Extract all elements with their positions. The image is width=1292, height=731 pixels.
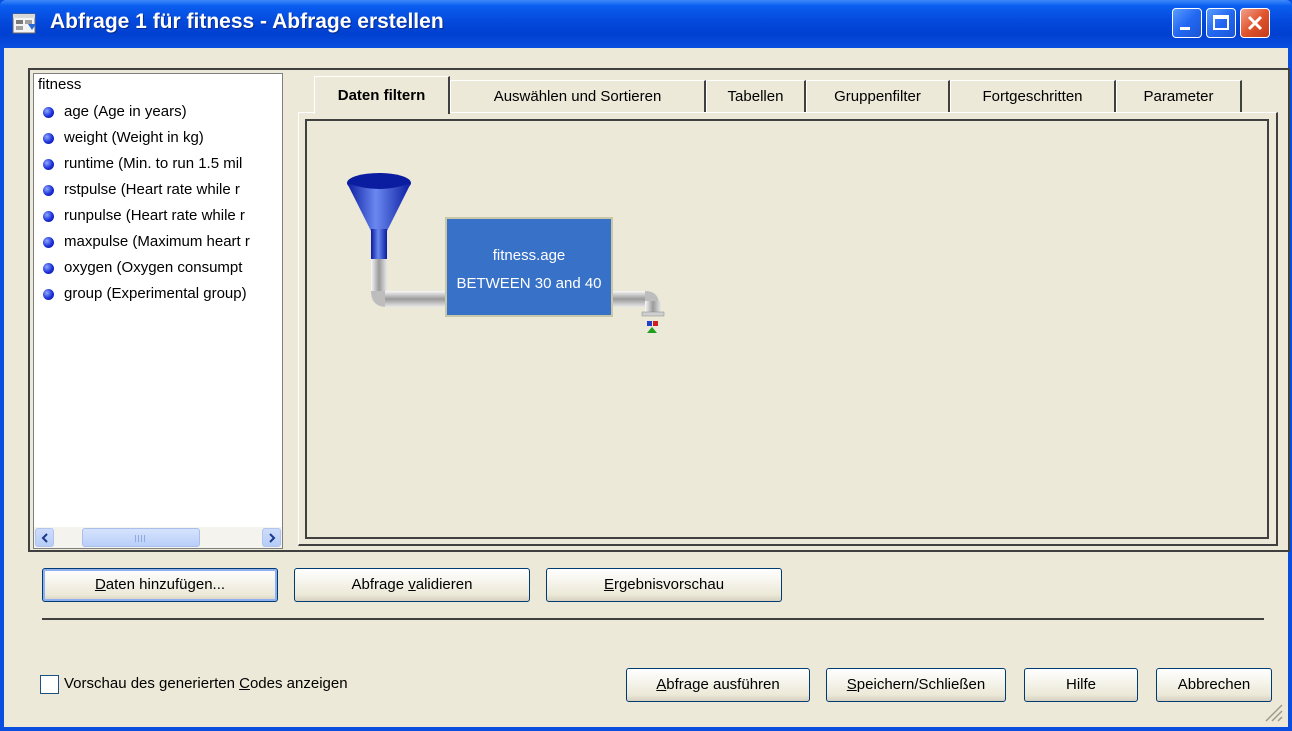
tab-auswaehlen-sortieren[interactable]: Auswählen und Sortieren	[450, 80, 706, 112]
title-bar[interactable]: Abfrage 1 für fitness - Abfrage erstelle…	[0, 0, 1292, 48]
field-item[interactable]: group (Experimental group)	[34, 282, 280, 308]
main-panel: fitness age (Age in years) weight (Weigh…	[28, 68, 1290, 552]
horizontal-scrollbar[interactable]	[34, 527, 282, 548]
btn-accel: A	[656, 676, 667, 693]
filter-expression: BETWEEN 30 and 40	[456, 275, 602, 292]
chk-post: odes anzeigen	[249, 675, 348, 692]
dialog-window: Abfrage 1 für fitness - Abfrage erstelle…	[0, 0, 1292, 731]
column-dot-icon	[43, 185, 54, 196]
tab-gruppenfilter[interactable]: Gruppenfilter	[806, 80, 950, 112]
tab-tabellen[interactable]: Tabellen	[706, 80, 806, 112]
tab-fortgeschritten[interactable]: Fortgeschritten	[950, 80, 1116, 112]
field-item[interactable]: weight (Weight in kg)	[34, 126, 280, 152]
show-code-preview-checkbox[interactable]	[40, 675, 59, 694]
table-name[interactable]: fitness	[38, 76, 81, 93]
tab-control: Daten filtern Auswählen und Sortieren Ta…	[292, 70, 1282, 550]
btn-post: alidieren	[415, 576, 473, 593]
scroll-thumb[interactable]	[82, 528, 200, 547]
run-query-button[interactable]: Abfrage ausführen	[626, 668, 810, 702]
field-item[interactable]: runpulse (Heart rate while r	[34, 204, 280, 230]
grip-icon	[135, 535, 147, 542]
filter-canvas[interactable]: fitness.age BETWEEN 30 and 40	[305, 119, 1269, 539]
chk-accel: C	[239, 675, 250, 692]
query-builder-icon	[12, 13, 36, 34]
tab-panel-daten-filtern: fitness.age BETWEEN 30 and 40	[298, 112, 1278, 546]
btn-post: peichern/Schließen	[856, 676, 986, 693]
column-dot-icon	[43, 211, 54, 222]
btn-accel: v	[408, 576, 416, 593]
window-title: Abfrage 1 für fitness - Abfrage erstelle…	[50, 10, 444, 33]
tab-daten-filtern[interactable]: Daten filtern	[314, 76, 450, 114]
column-dot-icon	[43, 133, 54, 144]
show-code-preview-label[interactable]: Vorschau des generierten Codes anzeigen	[64, 675, 348, 692]
field-items: age (Age in years) weight (Weight in kg)…	[34, 100, 282, 308]
result-preview-button[interactable]: Ergebnisvorschau	[546, 568, 782, 602]
field-label: maxpulse (Maximum heart r	[64, 233, 250, 250]
field-label: runpulse (Heart rate while r	[64, 207, 245, 224]
field-item[interactable]: rstpulse (Heart rate while r	[34, 178, 280, 204]
btn-accel: S	[846, 676, 857, 693]
btn-post: aten hinzufügen...	[105, 576, 226, 593]
field-label: weight (Weight in kg)	[64, 129, 204, 146]
field-label: oxygen (Oxygen consumpt	[64, 259, 243, 276]
save-close-button[interactable]: Speichern/Schließen	[826, 668, 1006, 702]
add-data-button[interactable]: Daten hinzufügen...	[42, 568, 278, 602]
tab-parameter[interactable]: Parameter	[1116, 80, 1242, 112]
field-label: rstpulse (Heart rate while r	[64, 181, 240, 198]
close-button[interactable]	[1240, 8, 1270, 38]
column-dot-icon	[43, 263, 54, 274]
chevron-left-icon	[41, 533, 48, 543]
maximize-icon	[1213, 15, 1229, 30]
btn-accel: D	[94, 576, 106, 593]
column-dot-icon	[43, 159, 54, 170]
help-button[interactable]: Hilfe	[1024, 668, 1138, 702]
chevron-right-icon	[269, 533, 276, 543]
btn-post: bfrage ausführen	[666, 676, 780, 693]
minimize-button[interactable]	[1172, 8, 1202, 38]
btn-post: rgebnisvorschau	[613, 576, 725, 593]
column-dot-icon	[43, 107, 54, 118]
field-item[interactable]: maxpulse (Maximum heart r	[34, 230, 280, 256]
chk-pre: Vorschau des generierten	[64, 675, 240, 692]
field-list[interactable]: fitness age (Age in years) weight (Weigh…	[33, 73, 283, 549]
btn-accel: E	[603, 576, 614, 593]
field-item[interactable]: runtime (Min. to run 1.5 mil	[34, 152, 280, 178]
field-item[interactable]: oxygen (Oxygen consumpt	[34, 256, 280, 282]
field-label: age (Age in years)	[64, 103, 187, 120]
field-label: group (Experimental group)	[64, 285, 247, 302]
btn-pre: Abfrage	[351, 576, 409, 593]
column-dot-icon	[43, 237, 54, 248]
column-dot-icon	[43, 289, 54, 300]
cancel-button[interactable]: Abbrechen	[1156, 668, 1272, 702]
filter-condition-box[interactable]: fitness.age BETWEEN 30 and 40	[445, 217, 613, 317]
dialog-client: fitness age (Age in years) weight (Weigh…	[4, 48, 1290, 727]
close-icon	[1247, 15, 1263, 31]
validate-query-button[interactable]: Abfrage validieren	[294, 568, 530, 602]
minimize-icon	[1180, 27, 1190, 30]
resize-grip-icon[interactable]	[1262, 701, 1284, 723]
scroll-right-button[interactable]	[262, 528, 281, 547]
separator-line	[42, 618, 1264, 620]
filter-column: fitness.age	[492, 247, 566, 264]
scroll-left-button[interactable]	[35, 528, 54, 547]
field-item[interactable]: age (Age in years)	[34, 100, 280, 126]
field-label: runtime (Min. to run 1.5 mil	[64, 155, 243, 172]
maximize-button[interactable]	[1206, 8, 1236, 38]
